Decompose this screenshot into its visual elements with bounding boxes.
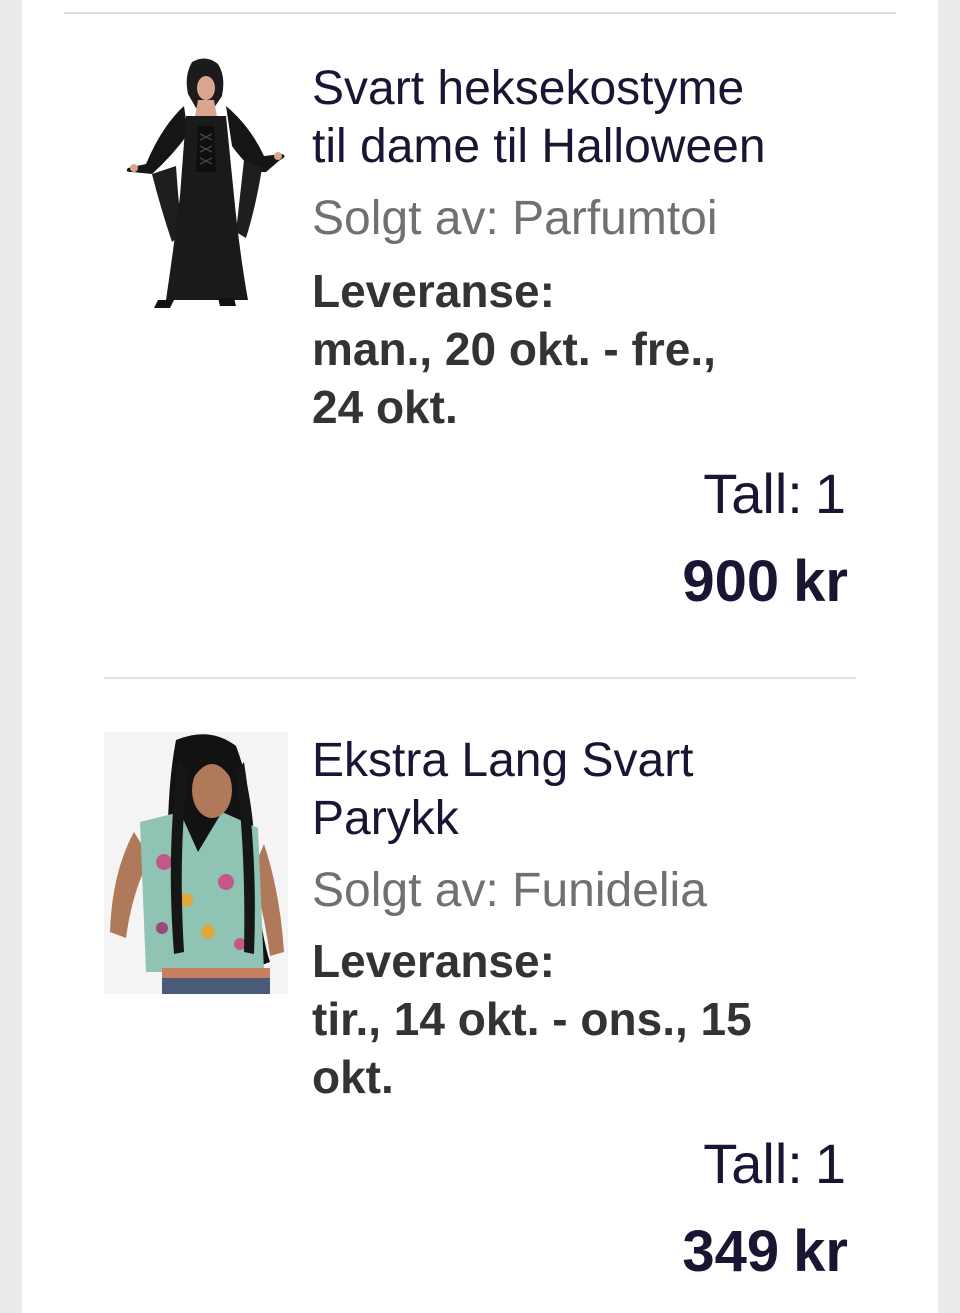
product-title[interactable]: Ekstra Lang Svart Parykk bbox=[312, 732, 872, 848]
seller-label: Solgt av: bbox=[312, 864, 499, 917]
quantity[interactable]: Tall: 1 bbox=[703, 1132, 846, 1196]
price-value: 349 bbox=[682, 1219, 780, 1284]
quantity-value: 1 bbox=[814, 462, 846, 525]
seller-info: Solgt av: Parfumtoi bbox=[312, 190, 718, 248]
delivery-date-line: 24 okt. bbox=[312, 381, 458, 433]
price-currency: kr bbox=[793, 549, 848, 614]
black-wig-image bbox=[104, 732, 288, 994]
top-divider bbox=[64, 12, 896, 14]
quantity[interactable]: Tall: 1 bbox=[703, 462, 846, 526]
product-image-black-wig[interactable] bbox=[104, 732, 288, 994]
item-divider bbox=[104, 677, 856, 679]
quantity-label: Tall: bbox=[703, 462, 803, 525]
witch-costume-image bbox=[126, 58, 285, 308]
seller-label: Solgt av: bbox=[312, 192, 499, 245]
delivery-label: Leveranse: bbox=[312, 265, 555, 317]
seller-name: Funidelia bbox=[512, 864, 707, 917]
product-title-line: Ekstra Lang Svart bbox=[312, 734, 694, 787]
product-title-line: Parykk bbox=[312, 792, 459, 845]
quantity-value: 1 bbox=[814, 1132, 846, 1195]
product-title-line: Svart heksekostyme bbox=[312, 62, 745, 115]
item-price: 900 kr bbox=[682, 550, 848, 614]
product-image-witch-costume[interactable] bbox=[122, 56, 288, 314]
delivery-label: Leveranse: bbox=[312, 935, 555, 987]
price-currency: kr bbox=[793, 1219, 848, 1284]
item-price: 349 kr bbox=[682, 1220, 848, 1284]
seller-name: Parfumtoi bbox=[512, 192, 718, 245]
quantity-label: Tall: bbox=[703, 1132, 803, 1195]
delivery-date: man., 20 okt. - fre., 24 okt. bbox=[312, 320, 852, 436]
product-title-line: til dame til Halloween bbox=[312, 120, 766, 173]
product-title[interactable]: Svart heksekostyme til dame til Hallowee… bbox=[312, 60, 872, 176]
delivery-date-line: man., 20 okt. - fre., bbox=[312, 323, 716, 375]
delivery-date-line: okt. bbox=[312, 1051, 394, 1103]
delivery-date-line: tir., 14 okt. - ons., 15 bbox=[312, 993, 752, 1045]
price-value: 900 bbox=[682, 549, 780, 614]
delivery-date: tir., 14 okt. - ons., 15 okt. bbox=[312, 990, 852, 1106]
seller-info: Solgt av: Funidelia bbox=[312, 862, 707, 920]
